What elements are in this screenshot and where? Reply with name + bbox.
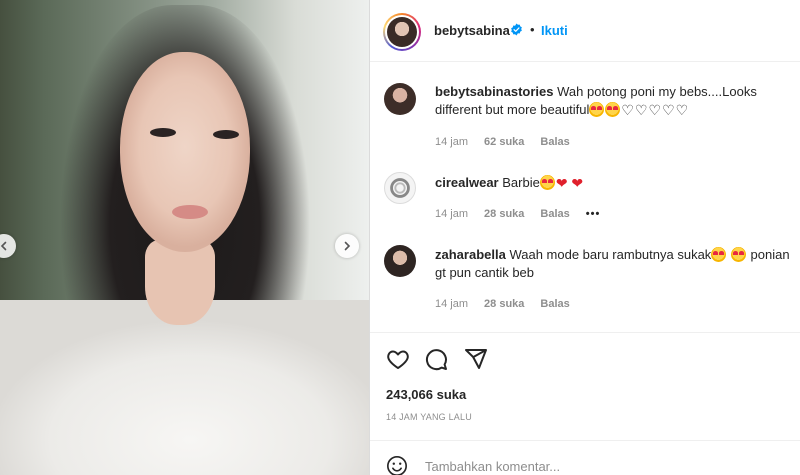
cirealwear-logo-icon bbox=[390, 178, 410, 198]
post-time: 14 JAM YANG LALU bbox=[386, 412, 472, 422]
comment-text: cirealwear Barbie ❤ ❤ bbox=[435, 174, 800, 192]
heart-eyes-emoji-icon bbox=[589, 102, 605, 117]
comment-text: bebytsabinastories Wah potong poni my be… bbox=[435, 83, 800, 119]
comment-reply-button[interactable]: Balas bbox=[540, 298, 569, 310]
comment-time: 14 jam bbox=[435, 136, 469, 148]
comment-more-button[interactable]: ••• bbox=[586, 208, 601, 220]
photo-lips bbox=[172, 205, 208, 219]
comment-avatar[interactable] bbox=[384, 245, 416, 277]
comment-icon[interactable] bbox=[424, 347, 448, 371]
comment-likes[interactable]: 28 suka bbox=[484, 298, 524, 310]
comment-input[interactable] bbox=[425, 455, 765, 475]
comment-meta: 14 jam 28 suka Balas ••• bbox=[435, 208, 600, 220]
comment-likes[interactable]: 28 suka bbox=[484, 208, 524, 220]
comment-text: zaharabella Waah mode baru rambutnya suk… bbox=[435, 246, 800, 282]
comment-username[interactable]: zaharabella bbox=[435, 247, 506, 262]
add-comment-bar bbox=[370, 441, 800, 475]
heart-eyes-emoji-icon bbox=[539, 175, 555, 190]
photo-eye-left bbox=[150, 128, 176, 137]
heart-eyes-emoji-icon bbox=[605, 102, 621, 117]
red-hearts: ❤ ❤ bbox=[555, 175, 584, 191]
carousel-prev-button[interactable] bbox=[0, 234, 16, 258]
comment-username[interactable]: cirealwear bbox=[435, 175, 499, 190]
comment-time: 14 jam bbox=[435, 208, 469, 220]
comment-likes[interactable]: 62 suka bbox=[484, 136, 524, 148]
comment-time: 14 jam bbox=[435, 298, 469, 310]
comment-meta: 14 jam 28 suka Balas bbox=[435, 298, 570, 310]
carousel-next-button[interactable] bbox=[335, 234, 359, 258]
post-photo bbox=[0, 0, 369, 475]
follow-button[interactable]: Ikuti bbox=[541, 23, 568, 38]
comment-body: Waah mode baru rambutnya sukak bbox=[509, 247, 712, 262]
comment-avatar[interactable] bbox=[384, 83, 416, 115]
likes-count[interactable]: 243,066 suka bbox=[386, 387, 466, 402]
author-avatar[interactable] bbox=[383, 13, 421, 51]
photo-neck bbox=[145, 240, 215, 325]
outline-hearts: ♡♡♡♡♡ bbox=[621, 102, 690, 118]
post-header: bebytsabina • Ikuti bbox=[370, 0, 800, 62]
photo-shirt bbox=[0, 300, 369, 475]
comment-avatar[interactable] bbox=[384, 172, 416, 204]
header-dot: • bbox=[530, 22, 535, 37]
comment-body-mid: ponian bbox=[746, 247, 790, 262]
comment-reply-button[interactable]: Balas bbox=[540, 136, 569, 148]
chevron-right-icon bbox=[344, 241, 351, 251]
comment-body-cont: gt pun cantik beb bbox=[435, 265, 535, 280]
chevron-left-icon bbox=[0, 241, 7, 251]
actions-divider bbox=[370, 332, 800, 333]
comment-meta: 14 jam 62 suka Balas bbox=[435, 136, 570, 148]
photo-face bbox=[120, 52, 250, 252]
heart-eyes-emoji-icon bbox=[730, 247, 746, 262]
author-username[interactable]: bebytsabina bbox=[434, 23, 510, 38]
heart-outline-icon[interactable] bbox=[386, 347, 410, 371]
photo-eye-right bbox=[213, 130, 239, 139]
emoji-icon[interactable] bbox=[386, 455, 408, 475]
verified-badge-icon bbox=[511, 23, 522, 36]
comment-body: Barbie bbox=[502, 175, 540, 190]
post-side-panel: bebytsabina • Ikuti bebytsabinastories W… bbox=[370, 0, 800, 475]
heart-eyes-emoji-icon bbox=[711, 247, 727, 262]
comment-reply-button[interactable]: Balas bbox=[540, 208, 569, 220]
post-actions bbox=[370, 343, 800, 377]
comment-username[interactable]: bebytsabinastories bbox=[435, 84, 554, 99]
share-icon[interactable] bbox=[464, 347, 488, 371]
